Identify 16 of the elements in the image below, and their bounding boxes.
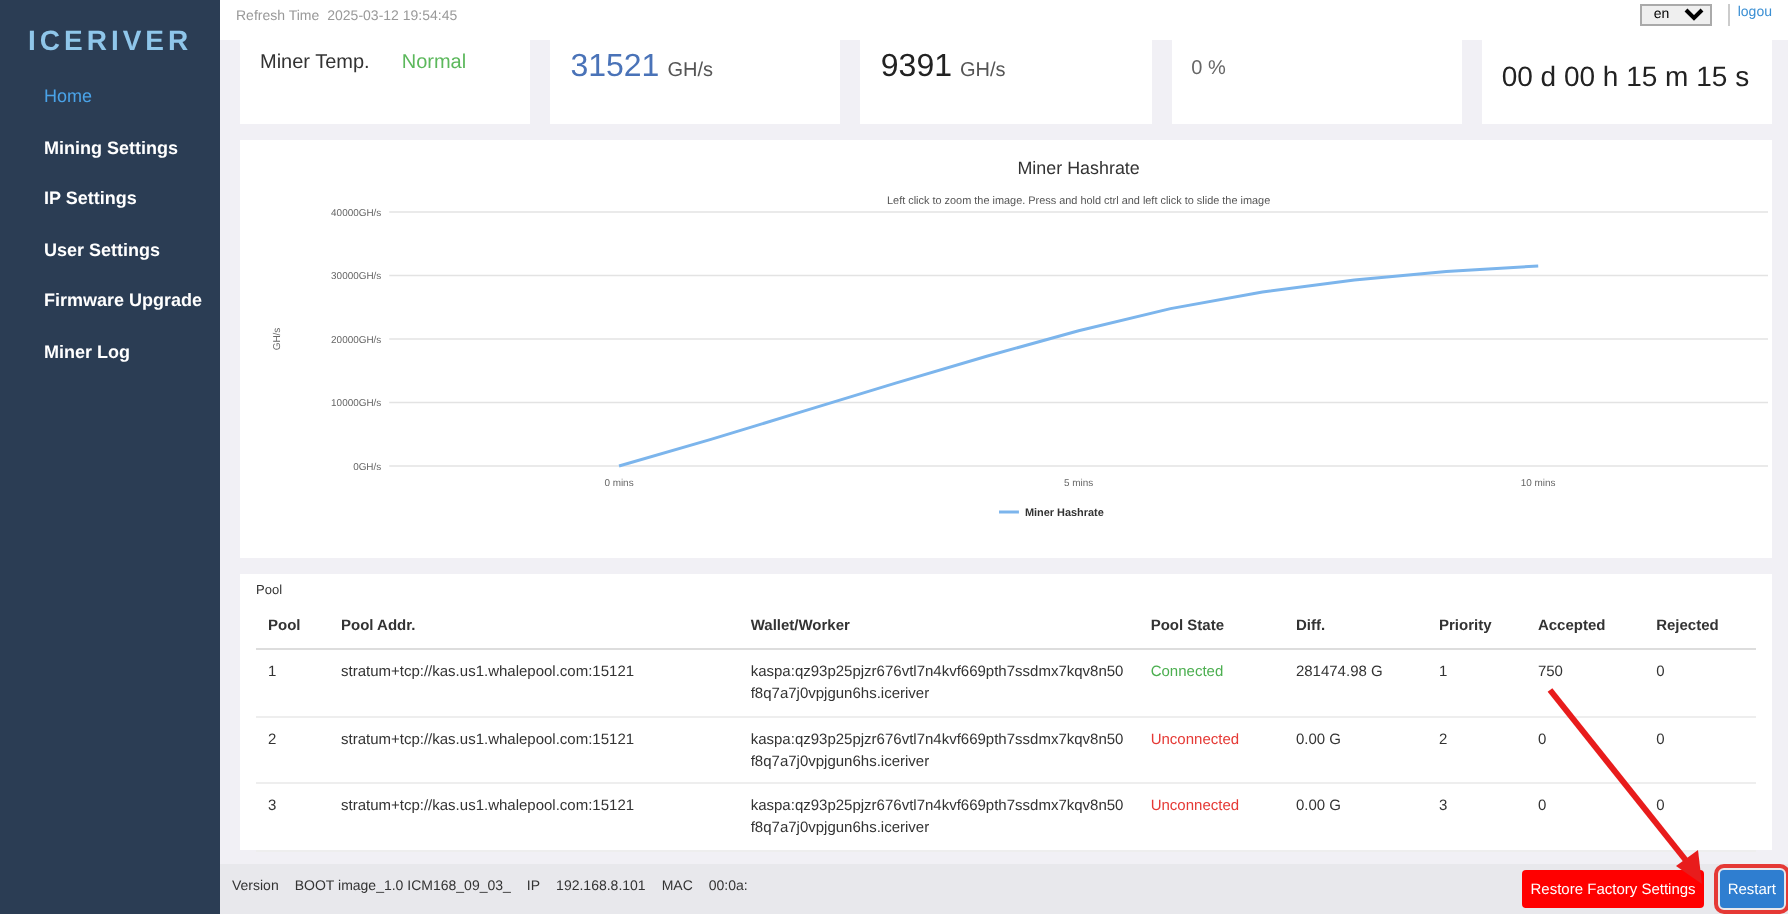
sidebar-item[interactable]: Mining Settings <box>0 123 220 174</box>
sidebar-item[interactable]: Miner Log <box>0 327 220 378</box>
stat-unit: GH/s <box>960 58 1006 86</box>
chart-title: Miner Hashrate <box>1017 157 1140 178</box>
stat-value: 31521 <box>570 48 660 88</box>
sidebar-item[interactable]: User Settings <box>0 225 220 276</box>
stat-value: 9391 <box>880 48 952 88</box>
stat-value: 0 % <box>1191 56 1226 84</box>
sidebar-item[interactable]: Firmware Upgrade <box>0 276 220 327</box>
sidebar-item[interactable]: IP Settings <box>0 174 220 225</box>
stat-unit: GH/s <box>667 58 713 86</box>
stat-value: 00 d 00 h 15 m 15 s <box>1501 58 1750 96</box>
logo-text: ICERIVER <box>26 22 195 60</box>
status-label: Miner Temp. <box>260 50 370 78</box>
sidebar-item[interactable]: Home <box>0 72 220 123</box>
status-value: Normal <box>401 50 467 78</box>
